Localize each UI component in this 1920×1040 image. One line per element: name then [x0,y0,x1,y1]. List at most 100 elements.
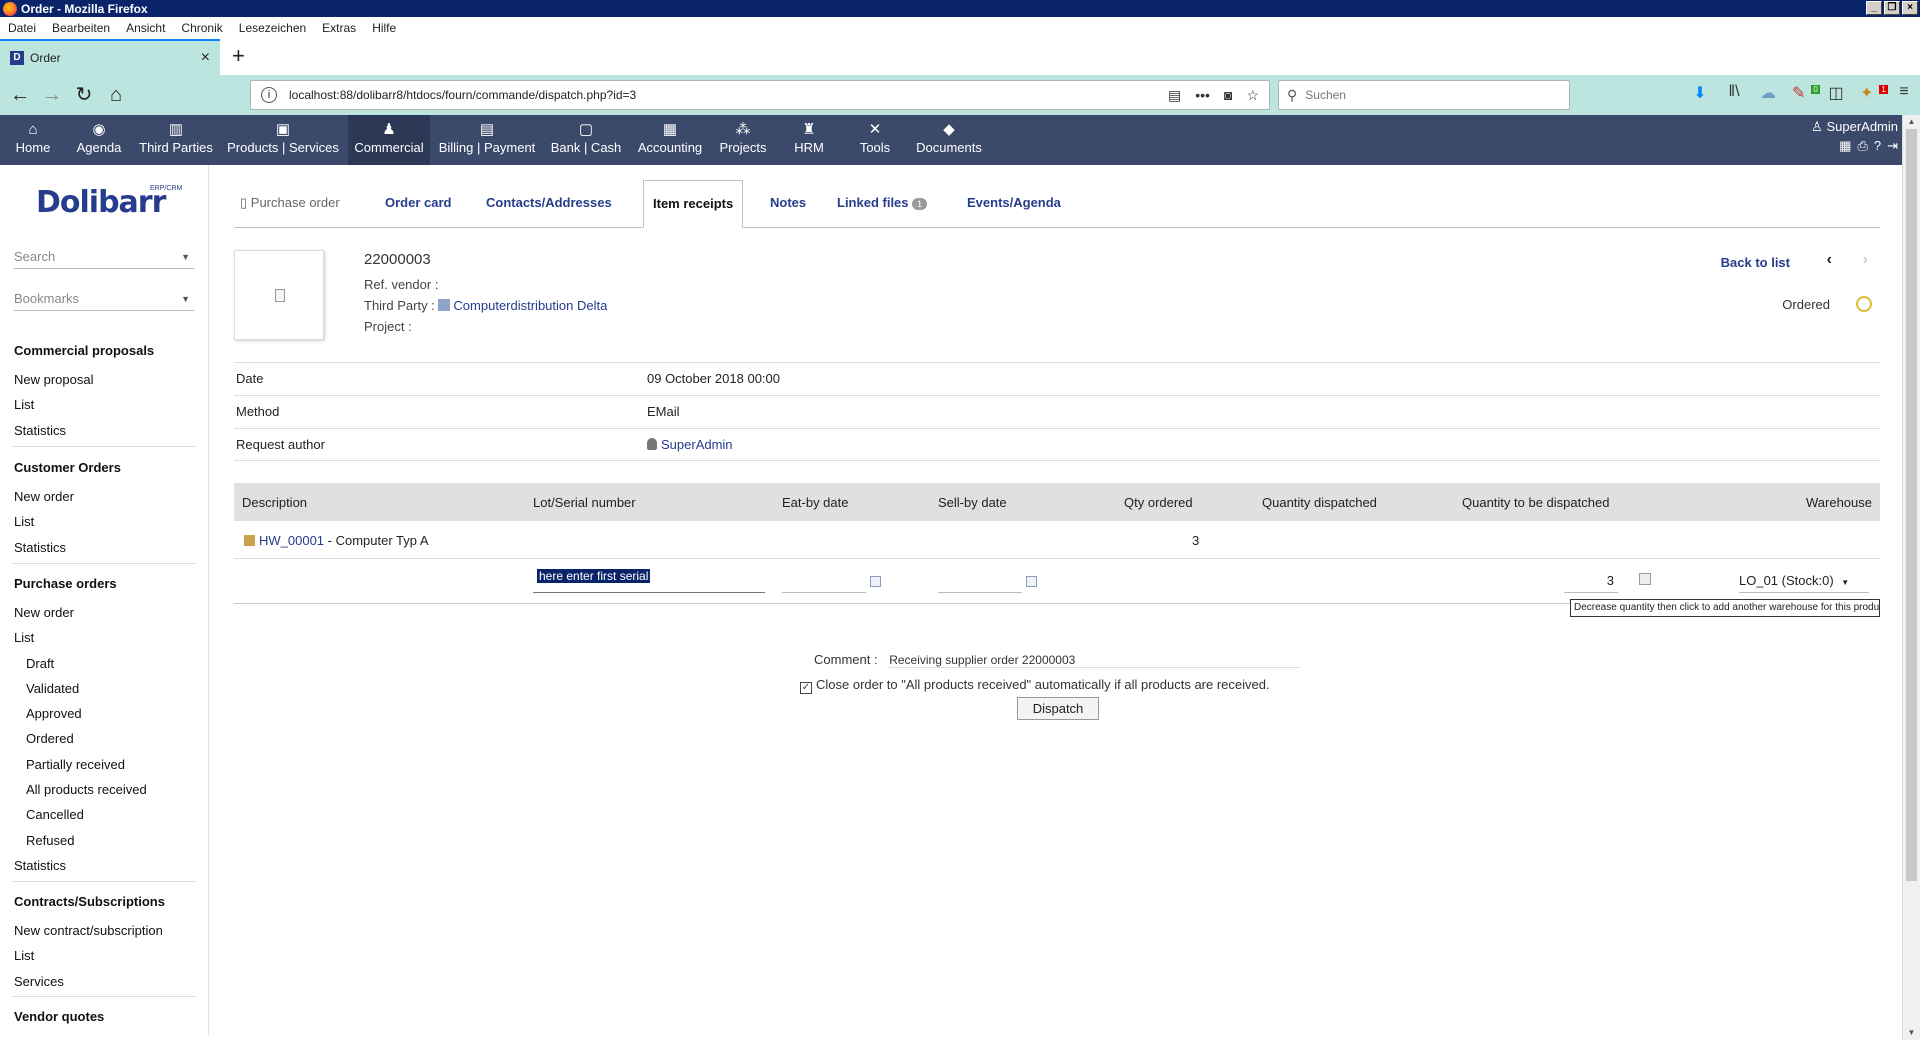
sellby-input[interactable] [938,569,1022,593]
dolibarr-logo[interactable]: Dolibarr [36,185,166,220]
menu-customer-order-statistics[interactable]: Statistics [14,540,66,555]
calendar-icon[interactable] [870,576,881,587]
addon-icon[interactable]: ✎ 0 [1792,83,1820,103]
menu-po-all-received[interactable]: All products received [26,782,147,797]
help-icon[interactable]: ? [1874,138,1881,154]
bookmarks-select[interactable]: Bookmarks ▼ [14,287,194,311]
menu-title-vendor-quotes[interactable]: Vendor quotes [14,1009,104,1024]
menu-po-statistics[interactable]: Statistics [14,858,66,873]
menu-new-contract[interactable]: New contract/subscription [14,923,163,938]
scrollbar-thumb[interactable] [1906,129,1917,881]
close-window-icon[interactable]: × [1902,1,1918,15]
topmenu-documents[interactable]: ◆ Documents [910,115,988,165]
split-line-icon[interactable] [1639,573,1651,585]
tab-linked-files[interactable]: Linked files 1 [837,180,928,228]
restore-icon[interactable]: ❐ [1884,1,1900,15]
topmenu-home[interactable]: ⌂ Home [8,115,58,165]
menu-po-ordered[interactable]: Ordered [26,731,74,746]
next-record-icon[interactable]: › [1863,251,1868,269]
library-icon[interactable]: ‖\ [1724,83,1744,103]
notification-icon[interactable]: ✦ 1 [1860,83,1888,103]
menu-contract-list[interactable]: List [14,948,34,963]
calculator-icon[interactable]: ▦ [1839,138,1851,154]
menu-po-draft[interactable]: Draft [26,656,54,671]
search-bar[interactable]: ⚲ Suchen [1278,80,1570,110]
menu-new-proposal[interactable]: New proposal [14,372,94,387]
topmenu-billing[interactable]: ▤ Billing | Payment [436,115,538,165]
minimize-icon[interactable]: _ [1866,1,1882,15]
calendar-icon[interactable] [1026,576,1037,587]
sync-icon[interactable]: ☁ [1758,83,1778,103]
menu-po-approved[interactable]: Approved [26,706,82,721]
download-icon[interactable]: ⬇ [1690,83,1710,103]
warehouse-select[interactable]: LO_01 (Stock:0) ▼ [1739,569,1869,593]
pocket-icon[interactable]: ◙ [1224,87,1232,104]
menu-bearbeiten[interactable]: Bearbeiten [52,21,110,35]
third-party-link[interactable]: Computerdistribution Delta [453,298,607,313]
menu-chronik[interactable]: Chronik [181,21,222,35]
close-order-checkbox[interactable]: ✓ [800,682,812,694]
menu-po-refused[interactable]: Refused [26,833,74,848]
sidebar-icon[interactable]: ◫ [1826,83,1846,103]
author-link[interactable]: SuperAdmin [661,437,733,452]
topmenu-bank[interactable]: ▢ Bank | Cash [548,115,624,165]
serial-input[interactable]: here enter first serial [533,569,765,593]
menu-title-commercial-proposals[interactable]: Commercial proposals [14,343,154,358]
browser-tab-order[interactable]: D Order × [0,39,220,75]
qty-to-dispatch-input[interactable]: 3 [1564,569,1618,593]
info-icon[interactable]: i [261,87,277,103]
menu-po-partially-received[interactable]: Partially received [26,757,125,772]
topmenu-commercial[interactable]: ♟ Commercial [348,115,430,165]
topmenu-third-parties[interactable]: ▥ Third Parties [136,115,216,165]
menu-contract-services[interactable]: Services [14,974,64,989]
scroll-down-icon[interactable]: ▼ [1903,1026,1920,1040]
eatby-input[interactable] [782,569,866,593]
menu-datei[interactable]: Datei [8,21,36,35]
scroll-up-icon[interactable]: ▲ [1903,115,1920,129]
tab-order-card[interactable]: Order card [385,180,451,228]
hamburger-menu-icon[interactable]: ≡ [1894,83,1914,103]
tab-contacts[interactable]: Contacts/Addresses [486,180,612,228]
close-tab-icon[interactable]: × [201,49,210,67]
menu-new-customer-order[interactable]: New order [14,489,74,504]
tab-events-agenda[interactable]: Events/Agenda [967,180,1061,228]
menu-extras[interactable]: Extras [322,21,356,35]
menu-title-contracts[interactable]: Contracts/Subscriptions [14,894,165,909]
product-link[interactable]: HW_00001 [259,533,324,548]
back-arrow-icon[interactable]: ← [6,81,34,109]
tab-item-receipts[interactable]: Item receipts [643,180,744,228]
topmenu-projects[interactable]: ⁂ Projects [714,115,772,165]
menu-title-customer-orders[interactable]: Customer Orders [14,460,121,475]
print-icon[interactable]: ⎙ [1857,138,1867,154]
topmenu-accounting[interactable]: ▦ Accounting [634,115,706,165]
url-bar[interactable]: i localhost:88/dolibarr8/htdocs/fourn/co… [250,80,1270,110]
comment-input[interactable]: Receiving supplier order 22000003 [889,653,1300,668]
menu-proposal-statistics[interactable]: Statistics [14,423,66,438]
back-to-list-link[interactable]: Back to list [1721,255,1790,270]
page-scrollbar[interactable]: ▲ ▼ [1902,115,1920,1040]
forward-arrow-icon[interactable]: → [38,81,66,109]
menu-customer-order-list[interactable]: List [14,514,34,529]
menu-ansicht[interactable]: Ansicht [126,21,165,35]
tab-notes[interactable]: Notes [770,180,806,228]
logout-icon[interactable]: ⇥ [1887,138,1898,154]
topmenu-tools[interactable]: ✕ Tools [850,115,900,165]
reader-view-icon[interactable]: ▤ [1168,87,1181,104]
menu-purchase-order-list[interactable]: List [14,630,34,645]
menu-new-purchase-order[interactable]: New order [14,605,74,620]
topmenu-agenda[interactable]: ◉ Agenda [72,115,126,165]
user-name[interactable]: SuperAdmin [1826,119,1898,134]
topmenu-products[interactable]: ▣ Products | Services [224,115,342,165]
search-select[interactable]: Search ▼ [14,245,194,269]
home-icon[interactable]: ⌂ [102,81,130,109]
previous-record-icon[interactable]: ‹ [1827,251,1832,269]
menu-proposal-list[interactable]: List [14,397,34,412]
menu-hilfe[interactable]: Hilfe [372,21,396,35]
topmenu-hrm[interactable]: ♜ HRM [786,115,832,165]
menu-po-cancelled[interactable]: Cancelled [26,807,84,822]
dispatch-button[interactable]: Dispatch [1017,697,1099,720]
menu-lesezeichen[interactable]: Lesezeichen [239,21,306,35]
reload-icon[interactable]: ↻ [70,81,98,109]
bookmark-star-icon[interactable]: ☆ [1246,87,1259,104]
new-tab-icon[interactable]: + [232,43,245,69]
